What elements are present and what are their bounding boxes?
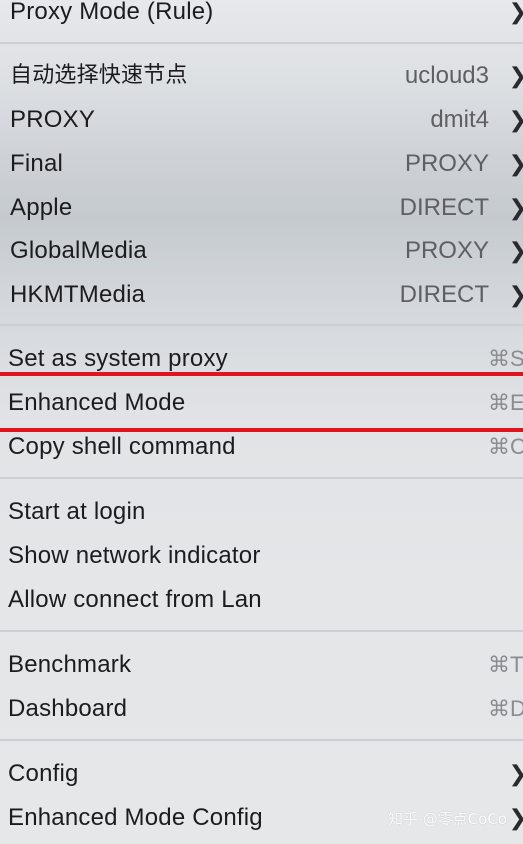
proxy-group-item[interactable]: PROXY dmit4 ❯ [0, 100, 523, 140]
copy-shell-command-item[interactable]: Copy shell command ⌘C [0, 427, 523, 467]
proxy-group-item[interactable]: GlobalMedia PROXY ❯ [0, 231, 523, 271]
proxy-group-selected: ucloud3 [404, 62, 489, 89]
enhanced-mode-label: Enhanced Mode [8, 389, 186, 416]
dashboard-item[interactable]: Dashboard ⌘D [0, 689, 523, 729]
start-at-login-label: Start at login [8, 498, 146, 525]
proxy-group-selected: PROXY [404, 150, 489, 177]
proxy-group-item[interactable]: Apple DIRECT ❯ [0, 188, 523, 228]
proxy-group-item[interactable]: 自动选择快速节点 ucloud3 ❯ [0, 56, 523, 96]
enhanced-mode-config-label: Enhanced Mode Config [8, 804, 263, 831]
proxy-group-item[interactable]: Final PROXY ❯ [0, 144, 523, 184]
proxy-group-name: HKMTMedia [10, 281, 146, 308]
menu-separator [0, 739, 523, 741]
chevron-right-icon: ❯ [509, 0, 523, 32]
dashboard-label: Dashboard [8, 695, 128, 722]
enhanced-mode-item[interactable]: Enhanced Mode ⌘E [0, 383, 523, 423]
proxy-group-name: Apple [10, 194, 73, 221]
proxy-group-name: PROXY [10, 106, 96, 133]
proxy-group-selected: PROXY [404, 237, 489, 264]
shortcut-hint: ⌘E [488, 390, 523, 415]
chevron-right-icon: ❯ [509, 144, 523, 184]
chevron-right-icon: ❯ [509, 188, 523, 228]
status-bar-menu: Proxy Mode (Rule) ❯ 自动选择快速节点 ucloud3 ❯ P… [0, 0, 523, 844]
chevron-right-icon: ❯ [509, 275, 523, 315]
highlight-line-top [0, 372, 523, 376]
start-at-login-item[interactable]: Start at login [0, 492, 523, 532]
proxy-group-name: GlobalMedia [10, 237, 147, 264]
copy-shell-command-label: Copy shell command [8, 433, 236, 460]
chevron-right-icon: ❯ [509, 231, 523, 271]
menu-separator [0, 42, 523, 44]
config-item[interactable]: Config ❯ [0, 754, 523, 794]
menu-separator [0, 477, 523, 479]
allow-lan-item[interactable]: Allow connect from Lan [0, 580, 523, 620]
chevron-right-icon: ❯ [509, 56, 523, 96]
proxy-mode-label: Proxy Mode (Rule) [10, 0, 214, 25]
chevron-right-icon: ❯ [509, 798, 523, 838]
benchmark-label: Benchmark [8, 651, 132, 678]
show-network-indicator-item[interactable]: Show network indicator [0, 536, 523, 576]
proxy-group-item[interactable]: HKMTMedia DIRECT ❯ [0, 275, 523, 315]
proxy-group-selected: DIRECT [399, 281, 489, 308]
show-network-indicator-label: Show network indicator [8, 542, 261, 569]
watermark: 知乎 @零点CoCo [388, 810, 508, 828]
config-label: Config [8, 760, 79, 787]
shortcut-hint: ⌘T [488, 652, 523, 677]
allow-lan-label: Allow connect from Lan [8, 586, 262, 613]
chevron-right-icon: ❯ [509, 754, 523, 794]
proxy-group-name: 自动选择快速节点 [10, 63, 188, 88]
proxy-group-selected: dmit4 [430, 106, 489, 133]
benchmark-item[interactable]: Benchmark ⌘T [0, 645, 523, 685]
proxy-group-selected: DIRECT [399, 194, 489, 221]
shortcut-hint: ⌘D [488, 696, 523, 721]
proxy-mode-item[interactable]: Proxy Mode (Rule) ❯ [0, 0, 523, 32]
menu-separator [0, 324, 523, 326]
menu-separator [0, 630, 523, 632]
chevron-right-icon: ❯ [509, 100, 523, 140]
proxy-group-name: Final [10, 150, 64, 177]
shortcut-hint: ⌘C [488, 434, 523, 459]
